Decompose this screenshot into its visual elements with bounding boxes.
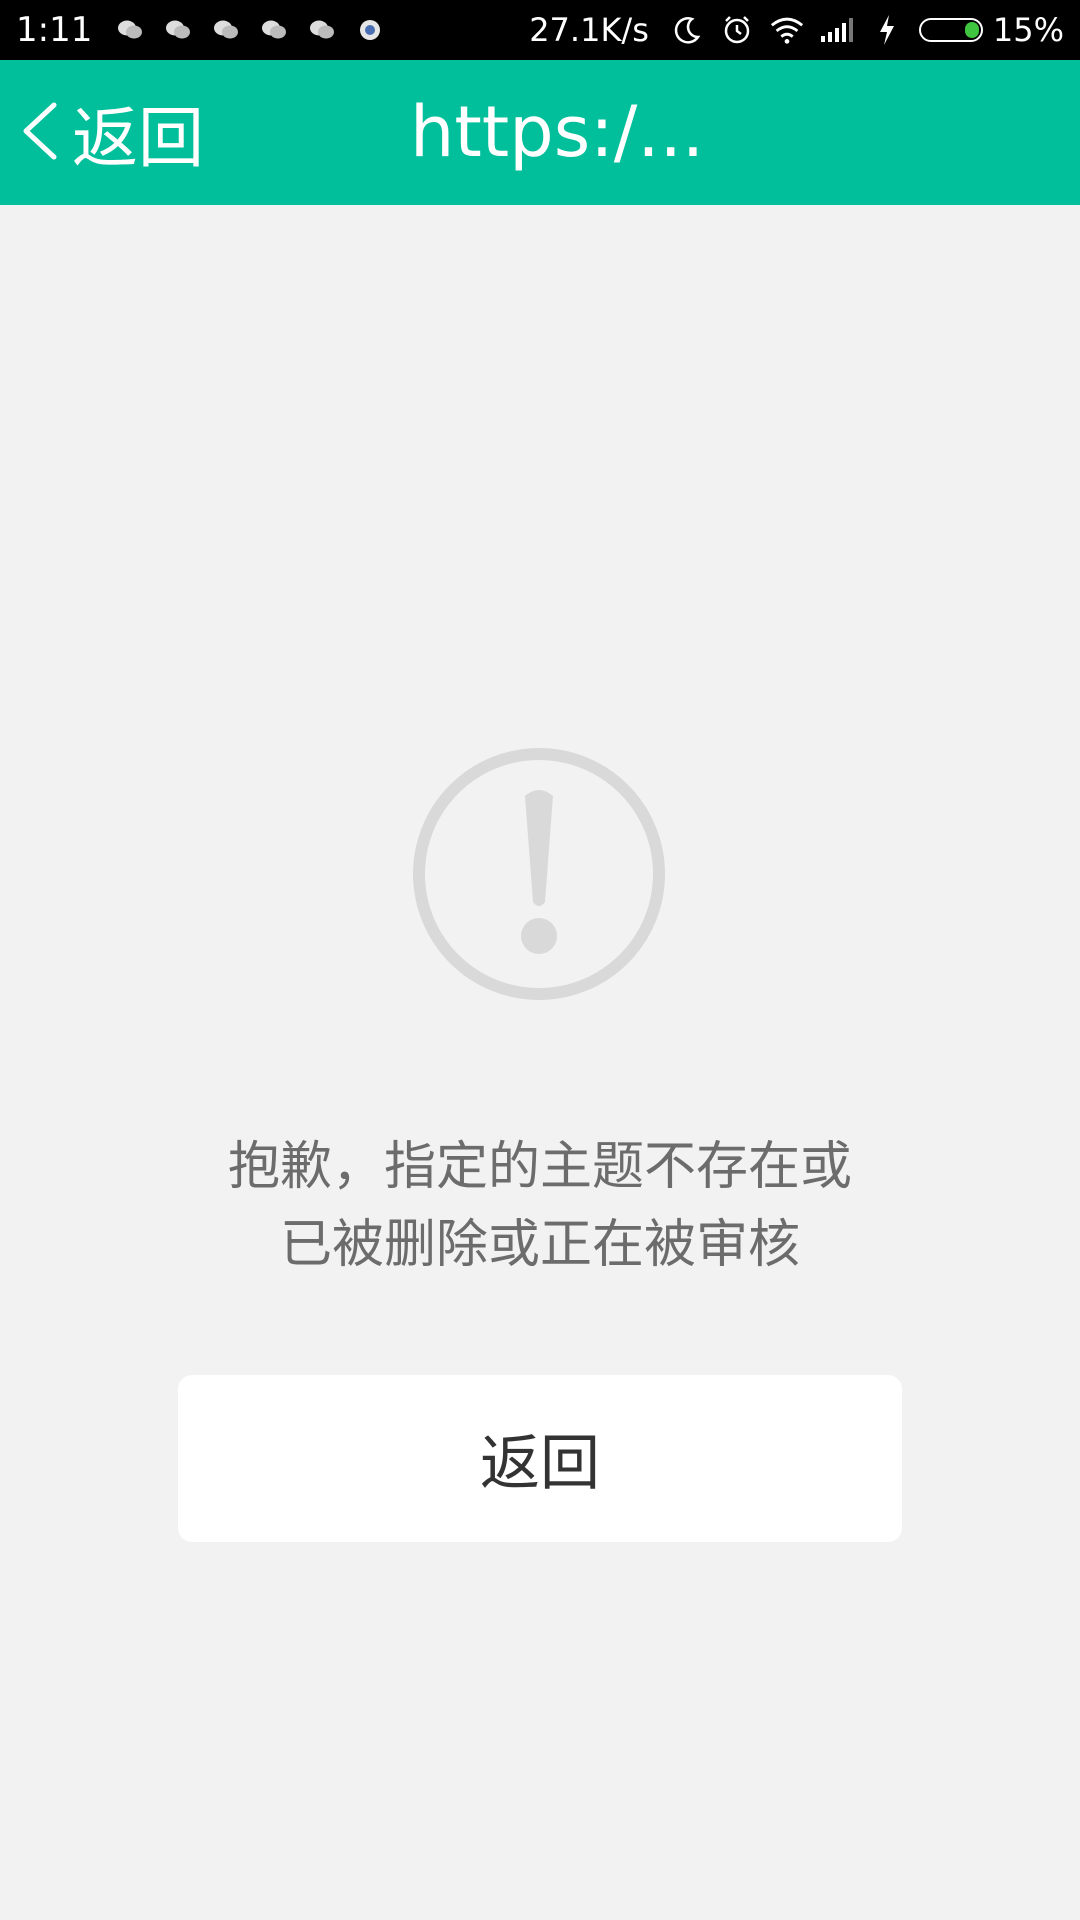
wechat-icon	[116, 16, 144, 44]
wechat-icon	[308, 16, 336, 44]
status-time: 1:11	[16, 10, 93, 50]
wechat-icon	[164, 16, 192, 44]
moon-icon	[669, 12, 705, 48]
charging-icon	[869, 12, 905, 48]
back-label: 返回	[72, 99, 204, 177]
chevron-left-icon	[16, 99, 64, 167]
signal-icon	[819, 12, 855, 48]
exclamation-circle-icon	[411, 746, 667, 1002]
network-speed: 27.1K/s	[529, 11, 649, 49]
wechat-icon	[212, 16, 240, 44]
wechat-icon	[260, 16, 288, 44]
error-message-line: 抱歉，指定的主题不存在或	[227, 1137, 852, 1197]
return-button[interactable]: 返回	[178, 1375, 902, 1542]
battery-percent: 15%	[992, 11, 1064, 49]
alarm-icon	[719, 12, 755, 48]
status-bar: 1:11 27.1K/s 15%	[0, 0, 1080, 60]
wifi-icon	[769, 12, 805, 48]
back-button[interactable]: 返回	[16, 60, 204, 205]
notification-icons	[116, 16, 384, 44]
battery-icon	[918, 18, 983, 42]
battery-indicator: 15%	[918, 11, 1064, 49]
browser-icon	[356, 16, 384, 44]
error-message: 抱歉，指定的主题不存在或 已被删除或正在被审核	[160, 1128, 920, 1284]
battery-level	[964, 22, 979, 38]
page-title: https:/...	[410, 91, 705, 173]
app-bar: 返回 https:/...	[0, 60, 1080, 205]
error-message-line: 已被删除或正在被审核	[279, 1215, 800, 1275]
